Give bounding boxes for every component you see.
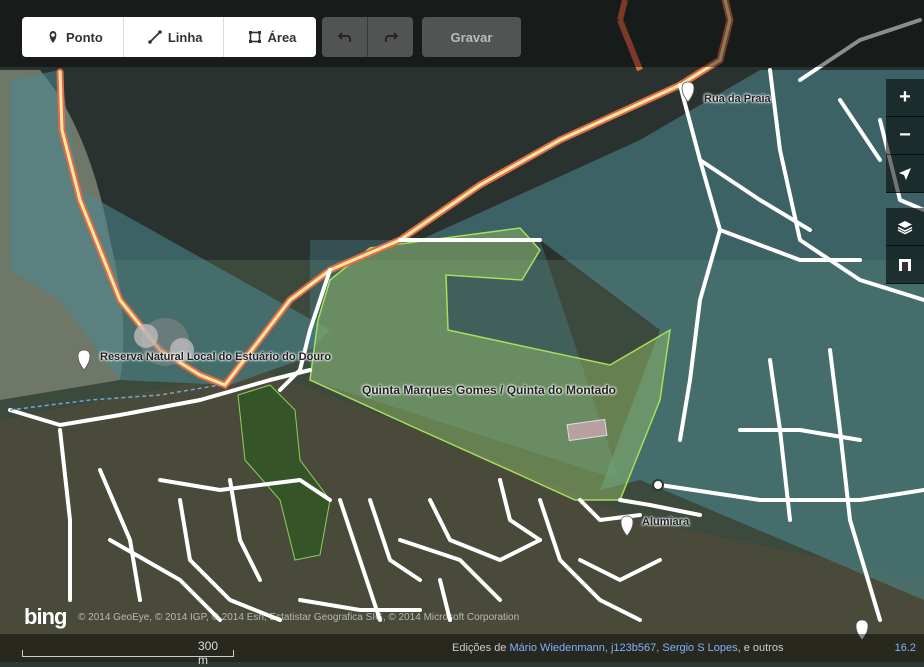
edits-suffix: , e outros xyxy=(737,642,784,654)
layer-controls xyxy=(886,208,924,284)
label-alumiara[interactable]: Alumiara xyxy=(642,516,689,528)
zoom-controls: + − xyxy=(886,79,924,193)
edit-attribution: Edições de Mário Wiedenmann, j123b567, S… xyxy=(452,642,783,654)
add-point-button[interactable]: Ponto xyxy=(22,17,124,57)
line-icon xyxy=(148,30,162,44)
zoom-in-button[interactable]: + xyxy=(886,79,924,117)
add-line-button[interactable]: Linha xyxy=(124,17,224,57)
background-layers-button[interactable] xyxy=(886,208,924,246)
add-line-label: Linha xyxy=(167,29,203,45)
label-quinta[interactable]: Quinta Marques Gomes / Quinta do Montado xyxy=(362,383,616,397)
map-data-icon xyxy=(899,258,911,271)
imagery-attribution: © 2014 GeoEye, © 2014 IGP, © 2014 Esri, … xyxy=(78,612,520,623)
node-point[interactable] xyxy=(652,479,664,491)
save-button[interactable]: Gravar xyxy=(422,17,521,57)
mode-buttons: Ponto Linha Área xyxy=(22,17,317,57)
scale-text: 300 m xyxy=(198,639,219,667)
add-area-label: Área xyxy=(267,29,297,45)
layers-icon xyxy=(897,220,913,234)
zoom-out-button[interactable]: − xyxy=(886,117,924,155)
version-link[interactable]: 16.2 xyxy=(895,642,916,654)
edit-users-link[interactable]: Mário Wiedenmann, j123b567, Sergio S Lop… xyxy=(510,642,738,654)
add-area-button[interactable]: Área xyxy=(224,17,317,57)
point-icon xyxy=(49,31,57,43)
map-canvas[interactable] xyxy=(0,0,924,662)
map-data-button[interactable] xyxy=(886,246,924,284)
geolocate-button[interactable] xyxy=(886,155,924,193)
label-rua-da-praia[interactable]: Rua da Praia xyxy=(704,93,771,105)
undo-redo-group xyxy=(322,17,413,57)
add-point-label: Ponto xyxy=(66,29,103,45)
redo-icon xyxy=(384,32,398,42)
vertex-icon-a[interactable] xyxy=(134,324,158,348)
undo-icon xyxy=(337,32,351,42)
undo-button[interactable] xyxy=(322,17,368,57)
location-arrow-icon xyxy=(899,167,911,180)
redo-button[interactable] xyxy=(368,17,413,57)
edits-prefix: Edições de xyxy=(452,642,507,654)
area-icon xyxy=(248,31,261,43)
label-reserva[interactable]: Reserva Natural Local do Estuário do Dou… xyxy=(100,351,331,363)
bing-logo: bing xyxy=(24,604,67,629)
